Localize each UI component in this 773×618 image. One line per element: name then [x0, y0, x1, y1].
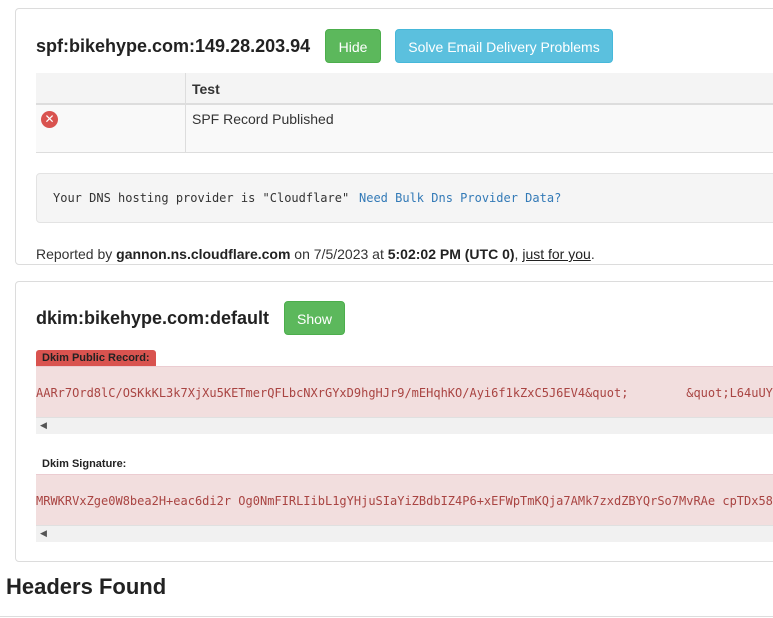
- show-button[interactable]: Show: [284, 301, 345, 335]
- dkim-signature-value: MRWKRVxZge0W8bea2H+eac6di2r Og0NmFIRLIib…: [36, 494, 773, 508]
- column-header-test: Test: [192, 81, 220, 97]
- reported-by-line: Reported by gannon.ns.cloudflare.com on …: [36, 246, 595, 262]
- dkim-panel: dkim:bikehype.com:default Show Dkim Publ…: [15, 281, 773, 562]
- reported-prefix: Reported by: [36, 246, 117, 262]
- spf-panel: spf:bikehype.com:149.28.203.94 Hide Solv…: [15, 8, 773, 265]
- headers-found-heading: Headers Found: [6, 574, 167, 599]
- dkim-signature-box[interactable]: MRWKRVxZge0W8bea2H+eac6di2r Og0NmFIRLIib…: [36, 474, 773, 542]
- dkim-public-record-box[interactable]: AARr7Ord8lC/OSKkKL3k7XjXu5KETmerQFLbcNXr…: [36, 366, 773, 434]
- reported-time: 5:02:02 PM (UTC 0): [387, 246, 515, 262]
- hide-button[interactable]: Hide: [325, 29, 381, 63]
- column-divider: [185, 73, 186, 105]
- divider: [0, 616, 773, 617]
- just-for-you-link[interactable]: just for you: [522, 246, 590, 262]
- horizontal-scrollbar[interactable]: ◀: [36, 417, 773, 434]
- test-cell: SPF Record Published: [192, 111, 334, 127]
- solve-email-delivery-button[interactable]: Solve Email Delivery Problems: [395, 29, 613, 63]
- bulk-dns-provider-link[interactable]: Need Bulk Dns Provider Data?: [359, 191, 561, 205]
- dkim-title: dkim:bikehype.com:default: [36, 308, 270, 328]
- dns-provider-text: Your DNS hosting provider is "Cloudflare…: [53, 191, 350, 205]
- reported-on: on 7/5/2023 at: [290, 246, 388, 262]
- scroll-left-icon[interactable]: ◀: [40, 528, 47, 539]
- reported-server: gannon.ns.cloudflare.com: [116, 246, 291, 262]
- table-header: Test: [36, 73, 773, 105]
- table-row: ✕ SPF Record Published: [36, 105, 773, 153]
- dkim-public-record-label: Dkim Public Record:: [36, 350, 156, 366]
- dkim-signature-label: Dkim Signature:: [42, 458, 127, 470]
- error-x-icon: ✕: [41, 111, 58, 128]
- dns-provider-well: Your DNS hosting provider is "Cloudflare…: [36, 173, 773, 223]
- dkim-public-record-value: AARr7Ord8lC/OSKkKL3k7XjXu5KETmerQFLbcNXr…: [36, 386, 773, 400]
- spf-title: spf:bikehype.com:149.28.203.94: [36, 36, 311, 56]
- column-divider: [185, 105, 186, 153]
- horizontal-scrollbar[interactable]: ◀: [36, 525, 773, 542]
- scroll-left-icon[interactable]: ◀: [40, 420, 47, 431]
- reported-end: .: [590, 246, 595, 262]
